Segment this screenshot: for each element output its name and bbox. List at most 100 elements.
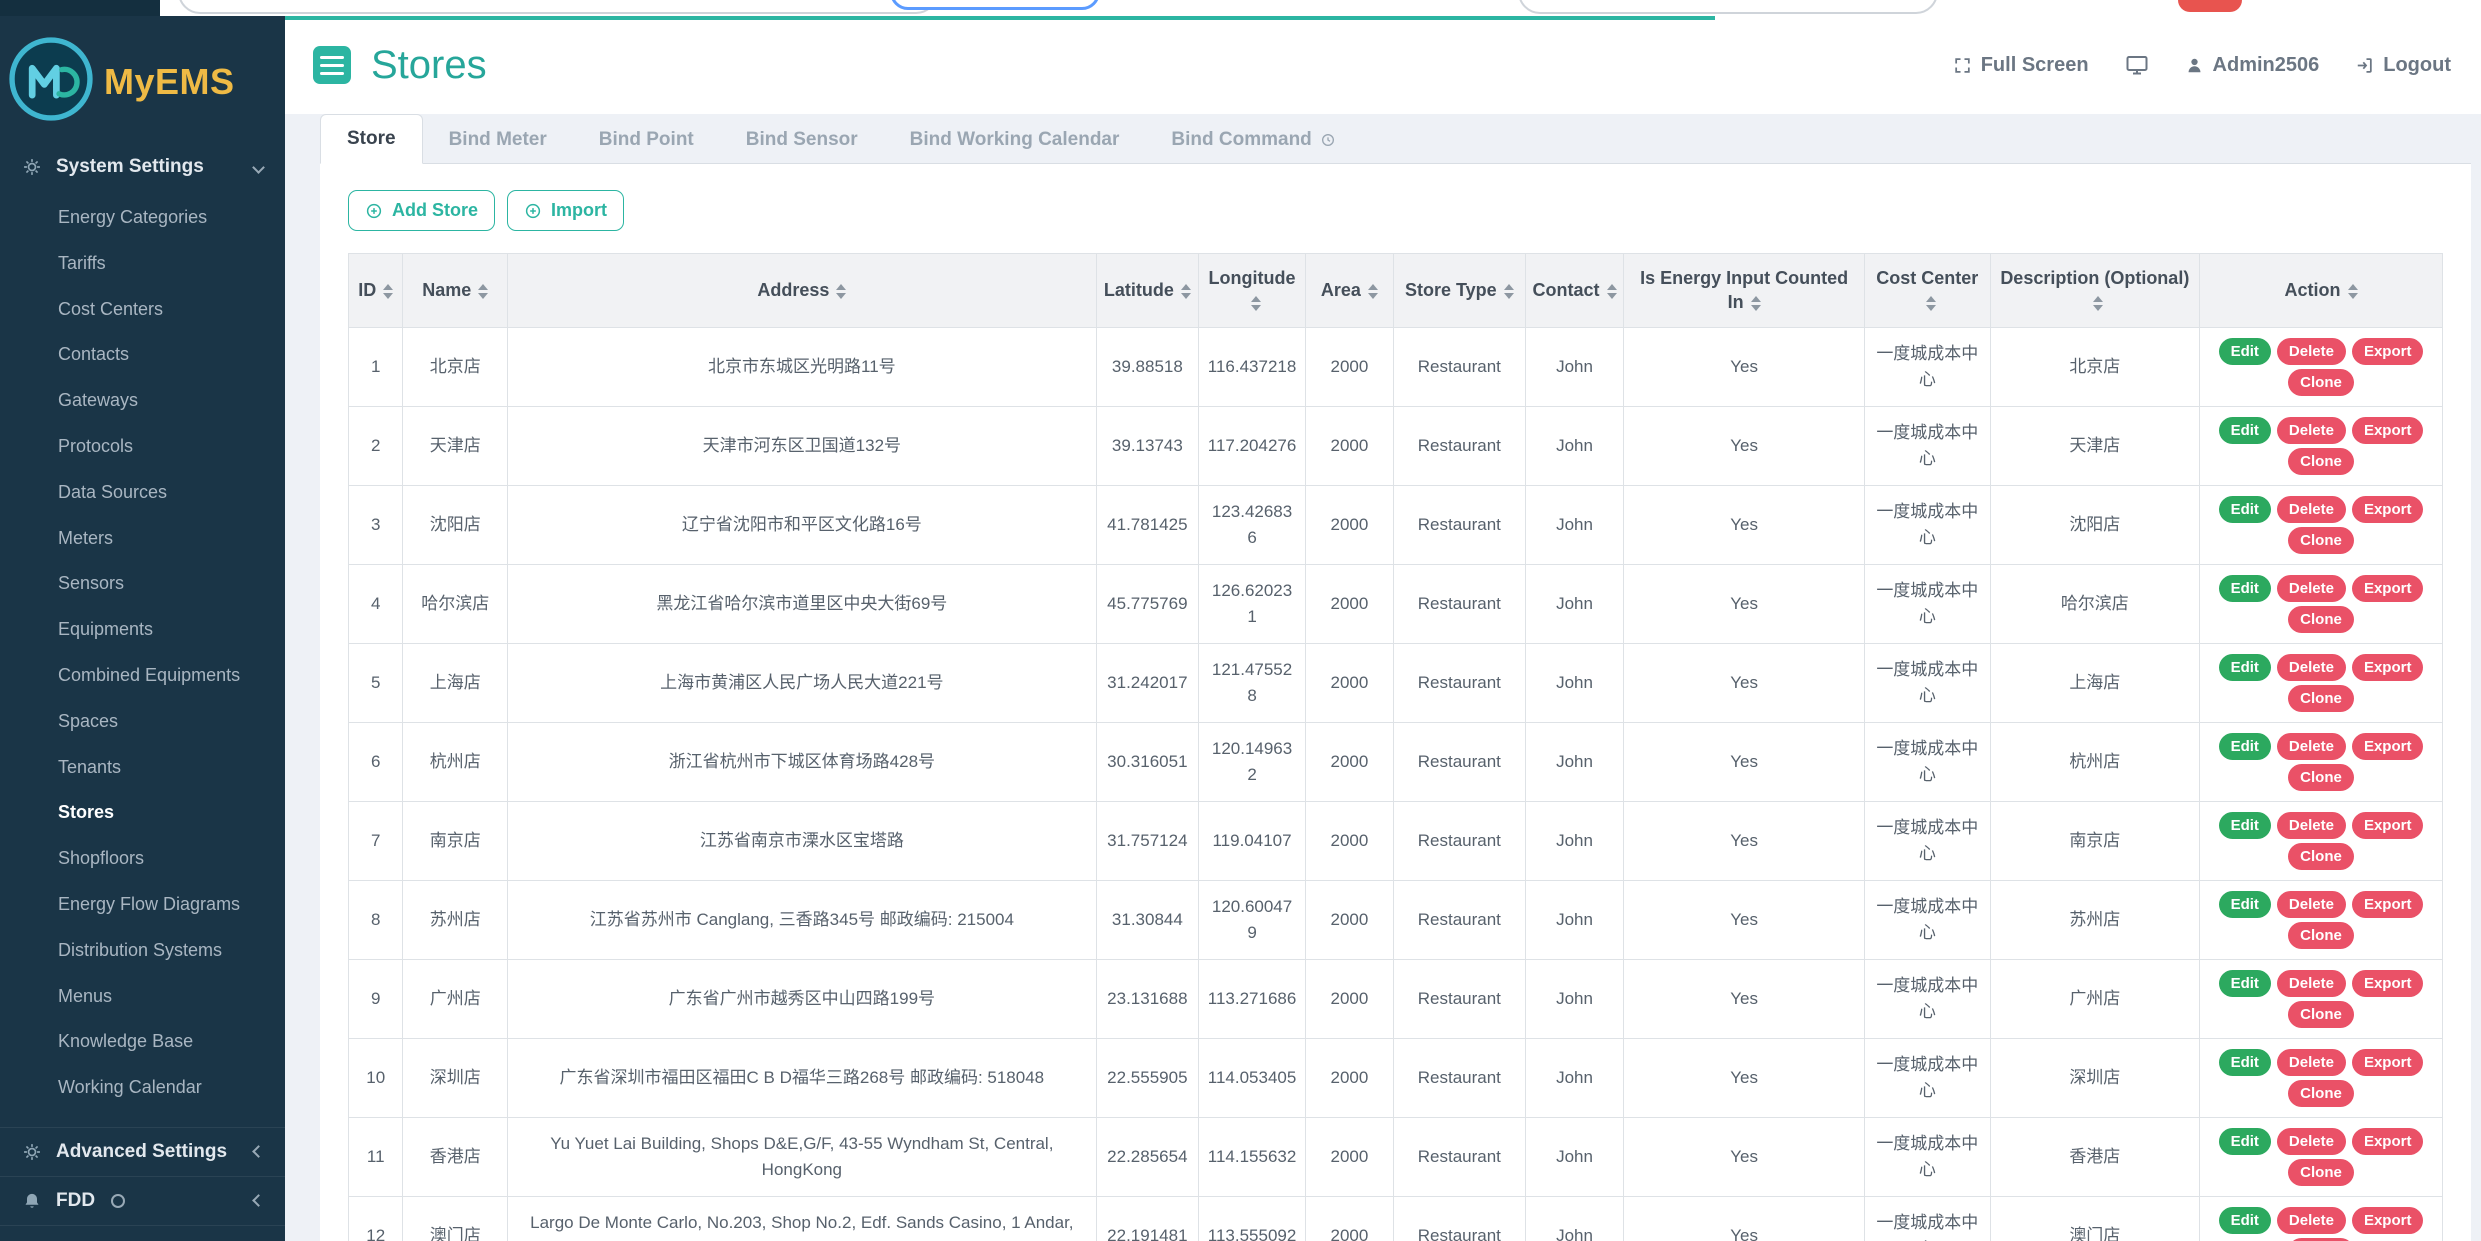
column-header-action[interactable]: Action [2200,254,2443,328]
export-button[interactable]: Export [2352,891,2424,918]
clone-button[interactable]: Clone [2288,527,2354,554]
clone-button[interactable]: Clone [2288,1080,2354,1107]
tab-bind-working-calendar[interactable]: Bind Working Calendar [884,116,1146,164]
sidebar-section-fdd[interactable]: FDD [0,1176,285,1225]
tab-bind-meter[interactable]: Bind Meter [423,116,573,164]
sidebar-item-shopfloors[interactable]: Shopfloors [0,836,285,882]
edit-button[interactable]: Edit [2219,1128,2271,1155]
export-button[interactable]: Export [2352,338,2424,365]
sidebar-item-energy-categories[interactable]: Energy Categories [0,195,285,241]
delete-button[interactable]: Delete [2277,496,2346,523]
clone-button[interactable]: Clone [2288,685,2354,712]
column-header-contact[interactable]: Contact [1525,254,1623,328]
delete-button[interactable]: Delete [2277,1128,2346,1155]
delete-button[interactable]: Delete [2277,338,2346,365]
edit-button[interactable]: Edit [2219,1049,2271,1076]
column-header-description-optional[interactable]: Description (Optional) [1990,254,2199,328]
column-header-name[interactable]: Name [403,254,508,328]
sidebar-item-working-calendar[interactable]: Working Calendar [0,1065,285,1111]
clone-button[interactable]: Clone [2288,448,2354,475]
sidebar-item-contacts[interactable]: Contacts [0,332,285,378]
delete-button[interactable]: Delete [2277,733,2346,760]
edit-button[interactable]: Edit [2219,970,2271,997]
edit-button[interactable]: Edit [2219,733,2271,760]
column-header-latitude[interactable]: Latitude [1096,254,1199,328]
edit-button[interactable]: Edit [2219,891,2271,918]
edit-button[interactable]: Edit [2219,496,2271,523]
column-header-longitude[interactable]: Longitude [1199,254,1306,328]
sidebar-item-menus[interactable]: Menus [0,974,285,1020]
user-menu[interactable]: Admin2506 [2185,54,2320,77]
tab-bind-command[interactable]: Bind Command [1145,116,1361,164]
column-header-address[interactable]: Address [508,254,1096,328]
sidebar-item-spaces[interactable]: Spaces [0,699,285,745]
sidebar-toggle-button[interactable] [313,46,351,84]
sidebar-item-distribution-systems[interactable]: Distribution Systems [0,928,285,974]
edit-button[interactable]: Edit [2219,338,2271,365]
column-header-id[interactable]: ID [349,254,403,328]
edit-button[interactable]: Edit [2219,575,2271,602]
tab-bind-point[interactable]: Bind Point [573,116,720,164]
column-header-area[interactable]: Area [1305,254,1393,328]
sidebar-item-data-sources[interactable]: Data Sources [0,470,285,516]
clone-button[interactable]: Clone [2288,606,2354,633]
sidebar-section-system-settings[interactable]: System Settings [0,143,285,191]
export-button[interactable]: Export [2352,733,2424,760]
fullscreen-button[interactable]: Full Screen [1953,54,2089,77]
browser-address-bar-fragment[interactable] [178,0,938,14]
edit-button[interactable]: Edit [2219,654,2271,681]
clone-button[interactable]: Clone [2288,764,2354,791]
edit-button[interactable]: Edit [2219,812,2271,839]
edit-button[interactable]: Edit [2219,1207,2271,1234]
delete-button[interactable]: Delete [2277,575,2346,602]
clone-button[interactable]: Clone [2288,1001,2354,1028]
clone-button[interactable]: Clone [2288,922,2354,949]
export-button[interactable]: Export [2352,812,2424,839]
tab-bind-sensor[interactable]: Bind Sensor [720,116,884,164]
clone-button[interactable]: Clone [2288,843,2354,870]
column-header-cost-center[interactable]: Cost Center [1865,254,1991,328]
browser-red-button-fragment[interactable] [2178,0,2242,12]
browser-search-bar-fragment[interactable] [1518,0,1938,14]
delete-button[interactable]: Delete [2277,812,2346,839]
delete-button[interactable]: Delete [2277,654,2346,681]
delete-button[interactable]: Delete [2277,1049,2346,1076]
export-button[interactable]: Export [2352,654,2424,681]
add-store-button[interactable]: Add Store [348,190,495,231]
export-button[interactable]: Export [2352,575,2424,602]
delete-button[interactable]: Delete [2277,891,2346,918]
sidebar-item-combined-equipments[interactable]: Combined Equipments [0,653,285,699]
export-button[interactable]: Export [2352,970,2424,997]
delete-button[interactable]: Delete [2277,1207,2346,1234]
sidebar-item-equipments[interactable]: Equipments [0,607,285,653]
export-button[interactable]: Export [2352,496,2424,523]
export-button[interactable]: Export [2352,1207,2424,1234]
column-header-store-type[interactable]: Store Type [1393,254,1525,328]
display-button[interactable] [2125,53,2149,77]
sidebar-item-tenants[interactable]: Tenants [0,745,285,791]
sidebar-item-meters[interactable]: Meters [0,516,285,562]
export-button[interactable]: Export [2352,1049,2424,1076]
edit-button[interactable]: Edit [2219,417,2271,444]
sidebar-item-cost-centers[interactable]: Cost Centers [0,287,285,333]
sidebar-item-tariffs[interactable]: Tariffs [0,241,285,287]
tab-store[interactable]: Store [320,114,423,164]
clone-button[interactable]: Clone [2288,1159,2354,1186]
brand[interactable]: MyEMS [0,16,285,143]
column-header-is-energy-input-counted-in[interactable]: Is Energy Input Counted In [1624,254,1865,328]
browser-focused-input-fragment[interactable] [890,0,1100,10]
sidebar-item-energy-flow-diagrams[interactable]: Energy Flow Diagrams [0,882,285,928]
delete-button[interactable]: Delete [2277,417,2346,444]
clone-button[interactable]: Clone [2288,369,2354,396]
sidebar-item-sensors[interactable]: Sensors [0,561,285,607]
export-button[interactable]: Export [2352,1128,2424,1155]
sidebar-section-users-privileges[interactable]: Users & Privileges [0,1225,285,1241]
sidebar-item-protocols[interactable]: Protocols [0,424,285,470]
sidebar-item-gateways[interactable]: Gateways [0,378,285,424]
clone-button[interactable]: Clone [2288,1238,2354,1241]
sidebar-item-knowledge-base[interactable]: Knowledge Base [0,1019,285,1065]
import-button[interactable]: Import [507,190,624,231]
delete-button[interactable]: Delete [2277,970,2346,997]
logout-button[interactable]: Logout [2355,54,2451,77]
export-button[interactable]: Export [2352,417,2424,444]
